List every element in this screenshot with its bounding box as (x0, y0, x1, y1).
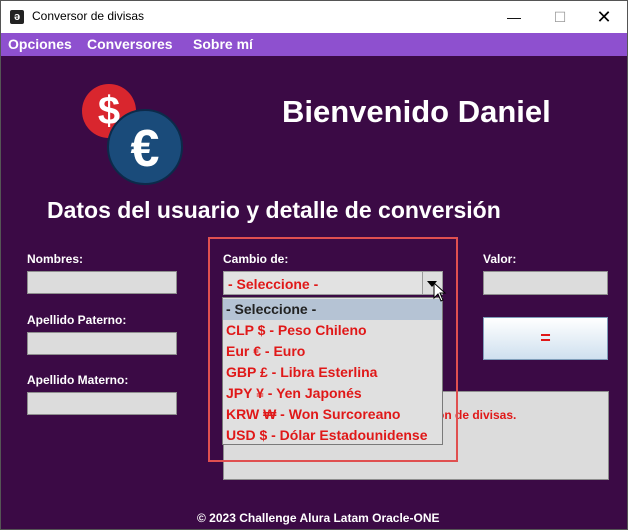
valor-label: Valor: (483, 252, 517, 266)
menu-bar: Opciones Conversores Sobre mí (1, 33, 627, 56)
welcome-title: Bienvenido Daniel (282, 94, 551, 129)
currency-option[interactable]: CLP $ - Peso Chileno (223, 320, 442, 341)
minimize-button[interactable]: — (491, 1, 537, 33)
app-icon: ə (10, 10, 24, 24)
apellido-paterno-field[interactable] (27, 332, 177, 355)
window-title: Conversor de divisas (32, 9, 145, 23)
footer-text: © 2023 Challenge Alura Latam Oracle-ONE (197, 511, 440, 525)
apellido-materno-field[interactable] (27, 392, 177, 415)
currency-option[interactable]: KRW ₩ - Won Surcoreano (223, 404, 442, 425)
combo-selected-value: - Seleccione - (228, 276, 319, 292)
app-window: ə Conversor de divisas — ☐ ✕ Opciones Co… (0, 0, 628, 530)
nombres-label: Nombres: (27, 252, 84, 266)
apellido-paterno-label: Apellido Paterno: (27, 313, 127, 327)
apellido-materno-label: Apellido Materno: (27, 373, 129, 387)
currency-combo[interactable]: - Seleccione - (223, 271, 443, 295)
currency-option[interactable]: JPY ¥ - Yen Japonés (223, 383, 442, 404)
nombres-field[interactable] (27, 271, 177, 294)
currency-option[interactable]: GBP £ - Libra Esterlina (223, 362, 442, 383)
menu-opciones[interactable]: Opciones (8, 36, 72, 52)
currency-dropdown-list: - Seleccione - CLP $ - Peso Chileno Eur … (222, 297, 443, 445)
mouse-cursor-icon (433, 282, 447, 302)
valor-field[interactable] (483, 271, 608, 295)
section-title: Datos del usuario y detalle de conversió… (47, 197, 501, 223)
currency-option[interactable]: Eur € - Euro (223, 341, 442, 362)
currency-option[interactable]: USD $ - Dólar Estadounidense (223, 425, 442, 446)
cambio-label: Cambio de: (223, 252, 289, 266)
title-bar: ə Conversor de divisas — ☐ ✕ (1, 1, 627, 33)
menu-conversores[interactable]: Conversores (87, 36, 173, 52)
close-button[interactable]: ✕ (581, 1, 627, 33)
convert-button[interactable]: = (483, 317, 608, 360)
menu-sobre-mi[interactable]: Sobre mí (193, 36, 253, 52)
maximize-button[interactable]: ☐ (537, 1, 583, 33)
currency-option[interactable]: - Seleccione - (223, 299, 442, 320)
euro-coin-icon: € (107, 109, 183, 185)
